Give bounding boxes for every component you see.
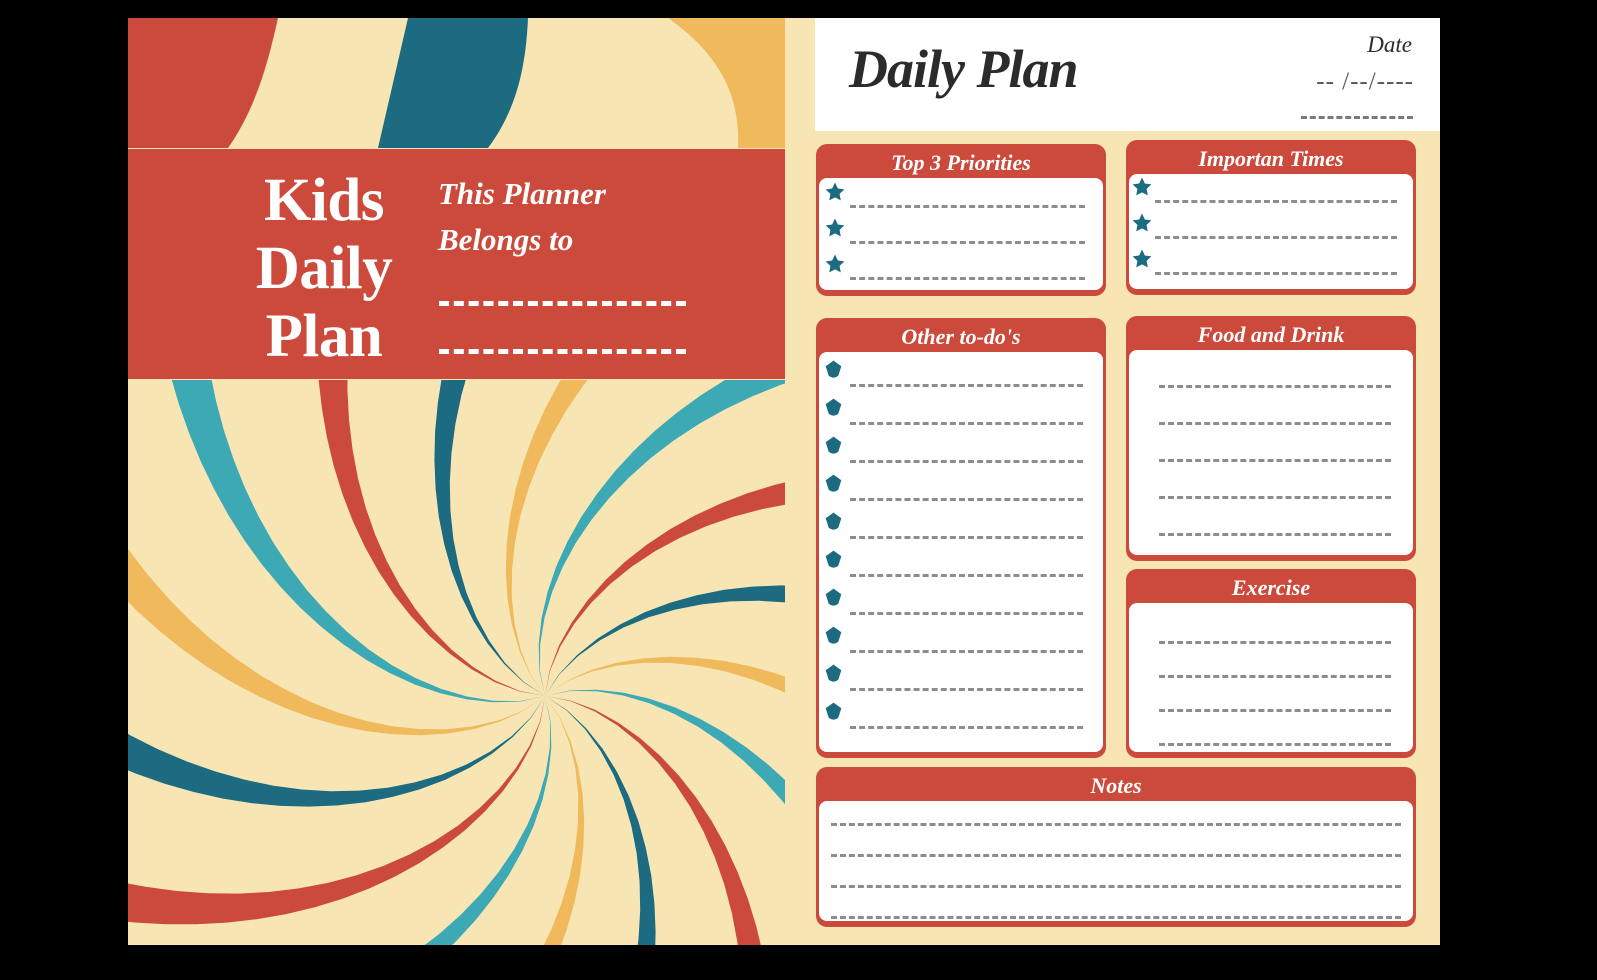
write-line[interactable] — [850, 612, 1083, 615]
write-line[interactable] — [1159, 641, 1391, 644]
pentagon-bullet-icon — [825, 436, 842, 455]
star-icon — [1131, 248, 1153, 270]
write-line[interactable] — [1159, 422, 1391, 425]
write-line[interactable] — [1159, 459, 1391, 462]
pentagon-bullet-icon — [825, 702, 842, 721]
star-icon — [1131, 176, 1153, 198]
write-line[interactable] — [1159, 743, 1391, 746]
card-important-times: Importan Times — [1126, 140, 1416, 295]
planner-page: Kids Daily Plan This Planner Belongs to … — [128, 18, 1440, 945]
owner-name-write-line-1[interactable] — [439, 301, 686, 306]
title-line-3: Plan — [265, 303, 383, 370]
write-line[interactable] — [850, 422, 1083, 425]
card-title-notes: Notes — [1090, 773, 1142, 798]
card-top-3-priorities: Top 3 Priorities — [816, 144, 1106, 296]
write-line[interactable] — [1159, 496, 1391, 499]
write-line[interactable] — [850, 650, 1083, 653]
pentagon-bullet-icon — [825, 626, 842, 645]
form-header-bar: Daily Plan Date -- /--/---- — [815, 18, 1440, 131]
title-line-2: Daily — [255, 235, 393, 302]
write-line[interactable] — [850, 536, 1083, 539]
title-line-1: Kids — [263, 167, 385, 234]
write-line[interactable] — [850, 277, 1085, 280]
pentagon-bullet-icon — [825, 360, 842, 379]
card-body-food-and-drink[interactable] — [1129, 350, 1413, 555]
write-line[interactable] — [850, 384, 1083, 387]
write-line[interactable] — [1155, 200, 1397, 203]
star-icon — [824, 217, 846, 239]
card-body-top-3-priorities[interactable] — [819, 178, 1103, 290]
card-body-other-todos[interactable] — [819, 352, 1103, 752]
belongs-line-2: Belongs to — [438, 222, 574, 257]
belongs-line-1: This Planner — [438, 176, 606, 211]
date-label: Date — [1367, 32, 1412, 57]
kids-daily-plan-title: Kids Daily Plan — [224, 167, 424, 371]
title-band: Kids Daily Plan This Planner Belongs to — [128, 149, 785, 379]
pentagon-bullet-icon — [825, 474, 842, 493]
planner-belongs-to-label: This Planner Belongs to — [438, 171, 768, 263]
write-line[interactable] — [1155, 236, 1397, 239]
write-line[interactable] — [850, 574, 1083, 577]
write-line[interactable] — [1159, 709, 1391, 712]
write-line[interactable] — [1159, 385, 1391, 388]
date-input-slot[interactable]: -- /--/---- — [1316, 68, 1414, 96]
write-line[interactable] — [1159, 675, 1391, 678]
card-body-exercise[interactable] — [1129, 603, 1413, 752]
write-line[interactable] — [831, 854, 1401, 857]
write-line[interactable] — [850, 460, 1083, 463]
star-icon — [824, 253, 846, 275]
top-stripe-graphic — [128, 18, 785, 148]
card-title-top-3-priorities: Top 3 Priorities — [891, 150, 1031, 175]
pentagon-bullet-icon — [825, 398, 842, 417]
card-notes: Notes — [816, 767, 1416, 927]
card-food-and-drink: Food and Drink — [1126, 316, 1416, 561]
card-title-important-times: Importan Times — [1198, 146, 1344, 171]
pentagon-bullet-icon — [825, 512, 842, 531]
write-line[interactable] — [831, 823, 1401, 826]
card-title-exercise: Exercise — [1231, 575, 1311, 600]
pentagon-bullet-icon — [825, 550, 842, 569]
owner-name-write-line-2[interactable] — [439, 349, 686, 354]
card-body-important-times[interactable] — [1129, 174, 1413, 289]
pentagon-bullet-icon — [825, 588, 842, 607]
date-extra-write-line[interactable] — [1301, 116, 1413, 119]
card-other-todos: Other to-do's — [816, 318, 1106, 758]
write-line[interactable] — [831, 916, 1401, 919]
write-line[interactable] — [850, 241, 1085, 244]
card-exercise: Exercise — [1126, 569, 1416, 758]
write-line[interactable] — [850, 498, 1083, 501]
left-decorative-panel: Kids Daily Plan This Planner Belongs to — [128, 18, 785, 945]
write-line[interactable] — [850, 688, 1083, 691]
star-icon — [1131, 212, 1153, 234]
right-form-panel: Daily Plan Date -- /--/---- Top 3 Priori… — [785, 18, 1440, 945]
write-line[interactable] — [831, 885, 1401, 888]
write-line[interactable] — [1155, 272, 1397, 275]
page-title: Daily Plan — [849, 39, 1078, 99]
write-line[interactable] — [850, 726, 1083, 729]
pentagon-bullet-icon — [825, 664, 842, 683]
write-line[interactable] — [1159, 533, 1391, 536]
swirl-graphic — [128, 380, 785, 945]
card-title-food-and-drink: Food and Drink — [1197, 322, 1345, 347]
star-icon — [824, 181, 846, 203]
card-title-other-todos: Other to-do's — [901, 324, 1021, 349]
card-body-notes[interactable] — [819, 801, 1413, 921]
write-line[interactable] — [850, 205, 1085, 208]
